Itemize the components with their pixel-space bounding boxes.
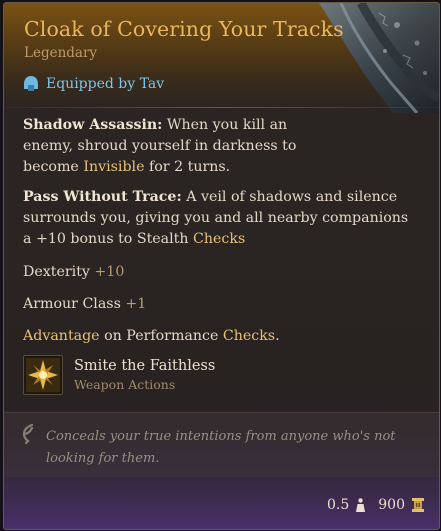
weapon-action[interactable]: Smite the Faithless Weapon Actions bbox=[23, 355, 215, 395]
action-type: Weapon Actions bbox=[74, 377, 176, 392]
advantage-text: on Performance bbox=[104, 328, 219, 344]
keyword-advantage[interactable]: Advantage bbox=[23, 328, 100, 344]
equipped-label: Equipped by Tav bbox=[46, 76, 165, 92]
flavor-text: Conceals your true intentions from anyon… bbox=[46, 429, 396, 466]
equipped-status: Equipped by Tav bbox=[22, 75, 164, 93]
stat-value: +1 bbox=[125, 296, 147, 312]
keyword-invisible[interactable]: Invisible bbox=[83, 159, 144, 175]
item-title: Cloak of Covering Your Tracks bbox=[24, 17, 344, 41]
flavor-section: Conceals your true intentions from anyon… bbox=[4, 412, 439, 477]
passive-name: Shadow Assassin: bbox=[23, 117, 163, 133]
header-divider bbox=[4, 107, 439, 108]
action-icon-frame bbox=[23, 355, 63, 395]
passive-text-end: for 2 turns. bbox=[149, 159, 231, 175]
quill-icon bbox=[22, 424, 34, 444]
item-rarity: Legendary bbox=[24, 45, 98, 61]
keyword-checks[interactable]: Checks bbox=[223, 328, 275, 344]
passive-name: Pass Without Trace: bbox=[23, 189, 182, 205]
stat-dexterity: Dexterity +10 bbox=[23, 262, 124, 283]
passive-pass-without-trace: Pass Without Trace: A veil of shadows an… bbox=[23, 187, 418, 250]
item-footer: 0.5 900 bbox=[327, 497, 425, 513]
advantage-line: Advantage on Performance Checks. bbox=[23, 326, 280, 347]
item-tooltip: Cloak of Covering Your Tracks Legendary … bbox=[3, 2, 440, 530]
action-name: Smite the Faithless bbox=[74, 358, 216, 374]
equipped-helmet-icon bbox=[24, 76, 38, 91]
keyword-checks[interactable]: Checks bbox=[193, 231, 245, 247]
action-text: Smite the Faithless Weapon Actions bbox=[74, 355, 215, 394]
stat-label: Dexterity bbox=[23, 264, 90, 280]
advantage-period: . bbox=[275, 328, 280, 344]
stat-value: +10 bbox=[94, 264, 125, 280]
smite-faithless-icon bbox=[26, 358, 60, 392]
passive-shadow-assassin: Shadow Assassin: When you kill an enemy,… bbox=[23, 115, 323, 178]
gold-value: 900 bbox=[378, 497, 405, 513]
gold-icon bbox=[412, 498, 424, 512]
weight-value: 0.5 bbox=[327, 497, 350, 513]
weight-icon bbox=[356, 498, 366, 512]
stat-label: Armour Class bbox=[23, 296, 121, 312]
stat-armour-class: Armour Class +1 bbox=[23, 294, 146, 315]
